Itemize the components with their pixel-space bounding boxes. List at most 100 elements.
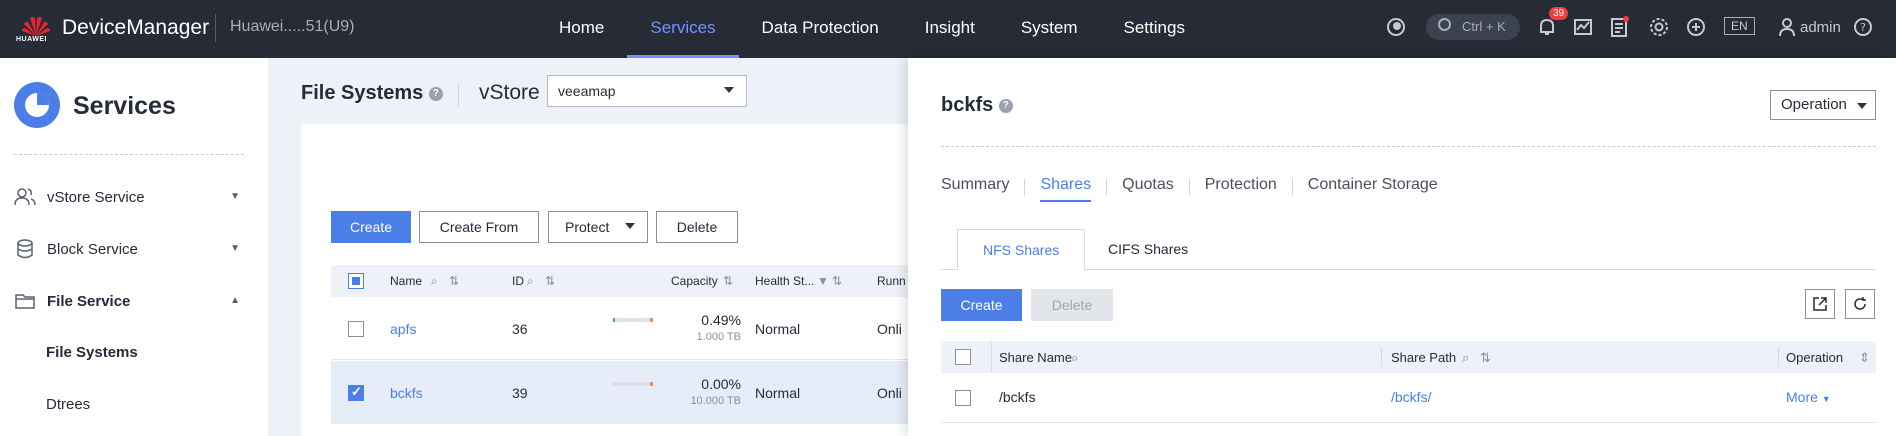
sidebar-item-block-service[interactable]: Block Service ▼: [14, 238, 244, 262]
operation-label: Operation: [1781, 96, 1847, 113]
column-share-name[interactable]: Share Name: [999, 350, 1072, 365]
column-share-path[interactable]: Share Path: [1391, 350, 1456, 365]
database-icon: [14, 238, 36, 260]
tab-quotas[interactable]: Quotas: [1122, 176, 1174, 202]
sidebar-subitem-dtrees[interactable]: Dtrees: [46, 396, 90, 413]
select-all-checkbox[interactable]: [348, 273, 364, 289]
column-capacity[interactable]: Capacity: [671, 274, 718, 288]
caret-down-icon: ▼: [1821, 394, 1831, 404]
protect-button[interactable]: Protect: [548, 211, 648, 243]
tab-divider: [1291, 179, 1293, 195]
nav-insight[interactable]: Insight: [902, 0, 998, 58]
sidebar-item-label: vStore Service: [47, 189, 145, 206]
share-delete-button[interactable]: Delete: [1031, 289, 1113, 321]
panel-tabs: Summary Shares Quotas Protection Contain…: [941, 176, 1453, 202]
panel-title: bckfs ?: [941, 94, 1013, 117]
operation-dropdown[interactable]: Operation: [1770, 90, 1876, 120]
file-systems-card: Create Create From Protect Delete Name ⌕…: [301, 124, 908, 436]
vstore-select[interactable]: veeamap: [547, 75, 747, 107]
select-all-checkbox[interactable]: [955, 349, 971, 365]
nav-home[interactable]: Home: [536, 0, 627, 58]
fs-id: 39: [512, 385, 528, 401]
sort-icon[interactable]: ⇅: [832, 274, 842, 288]
refresh-icon[interactable]: [1845, 289, 1875, 319]
chevron-up-icon: ▲: [230, 295, 240, 306]
capacity-cell: 0.49% 1.000 TB: [661, 312, 741, 352]
sort-icon[interactable]: ⇅: [1480, 350, 1491, 366]
filter-icon[interactable]: ▼: [817, 274, 829, 288]
table-row[interactable]: apfs 36 0.49% 1.000 TB Normal Onli: [331, 297, 908, 360]
create-from-button[interactable]: Create From: [419, 211, 539, 243]
share-create-button[interactable]: Create: [941, 289, 1022, 321]
column-id[interactable]: ID: [512, 274, 524, 288]
column-divider: [1381, 347, 1382, 367]
more-actions-link[interactable]: More ▼: [1786, 389, 1831, 405]
user-icon[interactable]: [1776, 16, 1798, 38]
column-running[interactable]: Runn: [877, 274, 906, 288]
tab-container-storage[interactable]: Container Storage: [1308, 176, 1438, 202]
app-name: DeviceManager: [62, 16, 210, 39]
sort-icon[interactable]: ⇅: [545, 274, 555, 288]
nav-settings[interactable]: Settings: [1101, 0, 1208, 58]
row-checkbox[interactable]: [348, 321, 364, 337]
sort-icon[interactable]: ⇅: [449, 274, 459, 288]
language-switch[interactable]: EN: [1724, 17, 1755, 35]
caret-down-icon: [1857, 103, 1867, 109]
folder-icon: [14, 290, 36, 312]
sidebar-item-vstore-service[interactable]: vStore Service ▼: [14, 186, 244, 210]
search-icon[interactable]: ⌕: [1462, 350, 1469, 366]
nav-services[interactable]: Services: [627, 0, 739, 58]
fs-name-link[interactable]: bckfs: [390, 385, 423, 401]
column-divider: [991, 342, 992, 372]
subtab-nfs-shares[interactable]: NFS Shares: [957, 229, 1086, 270]
help-icon[interactable]: ?: [1852, 16, 1874, 38]
nav-data-protection[interactable]: Data Protection: [739, 0, 902, 58]
row-checkbox[interactable]: [348, 384, 364, 401]
sidebar-subitem-file-systems[interactable]: File Systems: [46, 344, 138, 361]
sort-icon[interactable]: ⇅: [723, 274, 733, 288]
caret-down-icon: [625, 223, 635, 229]
tab-summary[interactable]: Summary: [941, 176, 1009, 202]
capacity-total: 1.000 TB: [696, 331, 741, 343]
create-button[interactable]: Create: [331, 211, 411, 243]
assistant-icon[interactable]: [1385, 16, 1407, 38]
brand-text: HUAWEI: [16, 36, 47, 43]
share-path-link[interactable]: /bckfs/: [1391, 389, 1431, 405]
device-name[interactable]: Huawei.....51(U9): [230, 18, 355, 36]
header-divider: [215, 14, 216, 42]
page-title-text: File Systems: [301, 82, 424, 104]
chevron-down-icon: ▼: [230, 243, 240, 254]
performance-icon[interactable]: [1572, 16, 1594, 38]
table-row[interactable]: bckfs 39 0.00% 10.000 TB Normal Onli: [331, 361, 908, 424]
table-row[interactable]: /bckfs /bckfs/ More ▼: [941, 373, 1876, 423]
add-icon[interactable]: [1685, 16, 1707, 38]
detail-panel: bckfs ? Operation Summary Shares Quotas …: [908, 58, 1896, 436]
svg-text:?: ?: [1860, 21, 1866, 34]
column-settings-icon[interactable]: ⇕: [1859, 350, 1870, 366]
help-icon[interactable]: ?: [998, 98, 1013, 113]
main-content: File Systems ? vStore veeamap Create Cre…: [268, 58, 908, 436]
chevron-down-icon: ▼: [230, 191, 240, 202]
help-icon[interactable]: ?: [428, 86, 443, 101]
search-icon: [1438, 18, 1451, 31]
fs-name-link[interactable]: apfs: [390, 321, 416, 337]
capacity-cell: 0.00% 10.000 TB: [661, 376, 741, 416]
search-icon[interactable]: ⌕: [1071, 350, 1078, 366]
username[interactable]: admin: [1800, 19, 1841, 36]
tab-shares[interactable]: Shares: [1040, 176, 1092, 202]
delete-button[interactable]: Delete: [656, 211, 738, 243]
search-icon[interactable]: ⌕: [431, 274, 438, 289]
search-icon[interactable]: ⌕: [527, 274, 534, 289]
subtab-cifs-shares[interactable]: CIFS Shares: [1083, 229, 1213, 270]
export-icon[interactable]: [1805, 289, 1835, 319]
tab-protection[interactable]: Protection: [1205, 176, 1277, 202]
task-icon[interactable]: [1608, 16, 1630, 38]
capacity-percent: 0.00%: [701, 376, 741, 392]
sidebar-item-file-service[interactable]: File Service ▲: [14, 290, 244, 314]
global-search[interactable]: Ctrl + K: [1426, 14, 1520, 40]
row-checkbox[interactable]: [955, 390, 971, 406]
nav-system[interactable]: System: [998, 0, 1101, 58]
column-health[interactable]: Health St...: [755, 274, 814, 288]
gear-icon[interactable]: [1648, 16, 1670, 38]
column-name[interactable]: Name: [390, 274, 422, 288]
